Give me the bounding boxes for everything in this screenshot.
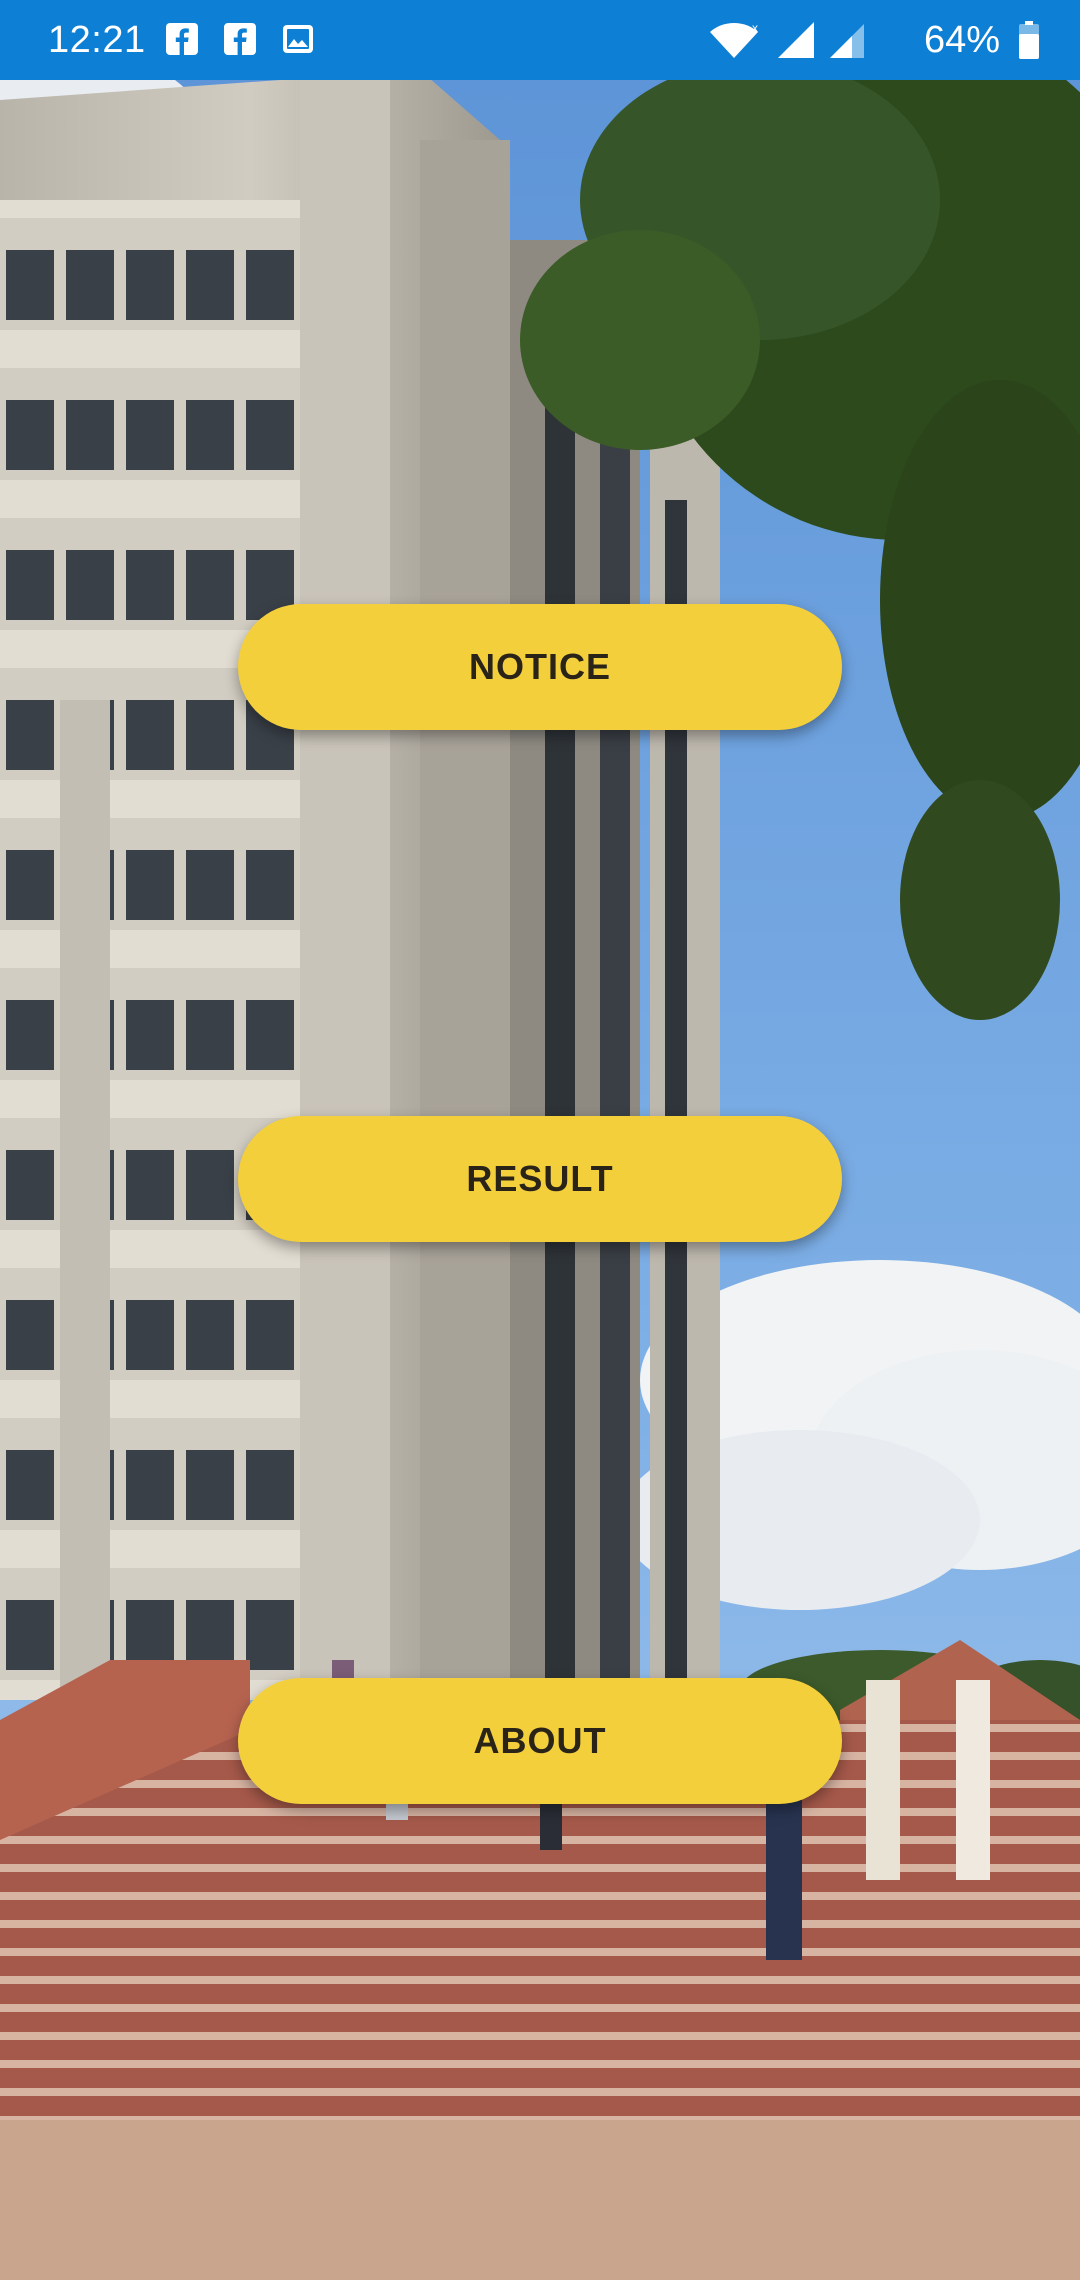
wifi-icon: x [710,21,758,58]
battery-icon [1019,21,1039,59]
facebook-icon [224,23,256,55]
app-screen: 12:21 x 64% NOTICE RESULT ABOUT [0,0,1080,2280]
battery-percent: 64% [923,19,1000,61]
status-bar: 12:21 x 64% [0,0,1080,80]
cell-signal-icon [830,24,864,58]
image-icon [283,25,313,53]
cell-signal-icon [778,22,814,58]
facebook-icon [166,23,198,55]
status-time: 12:21 [48,19,146,61]
about-button[interactable]: ABOUT [238,1678,842,1804]
result-button[interactable]: RESULT [238,1116,842,1242]
status-right-group: x 64% [640,14,1040,66]
notice-button[interactable]: NOTICE [238,604,842,730]
svg-text:x: x [752,21,758,35]
